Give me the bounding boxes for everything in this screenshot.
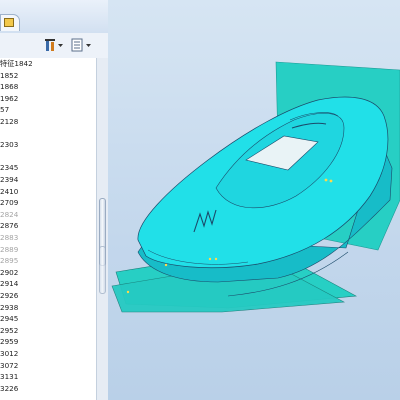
marker-point (324, 178, 328, 182)
tree-item[interactable]: 2876 (0, 220, 96, 231)
tree-item[interactable]: 2938 (0, 302, 96, 313)
tree-item[interactable]: 2883 (0, 232, 96, 243)
tree-item[interactable] (0, 128, 96, 139)
tree-item[interactable]: 2345 (0, 162, 96, 173)
tree-item[interactable]: 2394 (0, 174, 96, 185)
cad-model-view[interactable] (108, 0, 400, 400)
marker-point (214, 257, 218, 261)
tree-item[interactable]: 2410 (0, 186, 96, 197)
tree-item[interactable]: 1868 (0, 81, 96, 92)
tree-item[interactable]: 2889 (0, 244, 96, 255)
tree-settings-button[interactable] (70, 37, 92, 54)
marker-point (329, 179, 333, 183)
tree-item[interactable]: 57 (0, 104, 96, 115)
marker-point (208, 257, 212, 261)
scrollbar-thumb-lower[interactable] (99, 246, 106, 294)
tree-item[interactable]: 1962 (0, 93, 96, 104)
panel-tab-bar (0, 0, 108, 33)
marker-point (126, 290, 130, 294)
tree-item[interactable]: 2824 (0, 209, 96, 220)
filter-icon (45, 39, 63, 51)
tree-item[interactable]: 2945 (0, 313, 96, 324)
tree-item[interactable]: 3012 (0, 348, 96, 359)
tree-item[interactable]: 3226 (0, 383, 96, 394)
model-tree-panel: 特征1842 1852 1868 1962 57 2128 2303 2345 2394 2410… (0, 0, 108, 400)
star-tab-icon (4, 18, 14, 27)
tree-item[interactable]: 2952 (0, 325, 96, 336)
model-tree: 特征1842 1852 1868 1962 57 2128 2303 2345 2394 2410… (0, 58, 96, 400)
model-tree-tab[interactable] (0, 14, 20, 31)
tree-filter-button[interactable] (44, 37, 66, 54)
tree-item[interactable]: 2303 (0, 139, 96, 150)
tree-item[interactable]: 3072 (0, 360, 96, 371)
tree-item[interactable]: 2895 (0, 255, 96, 266)
tree-item[interactable]: 2128 (0, 116, 96, 127)
tree-item[interactable]: 3131 (0, 371, 96, 382)
tree-item[interactable]: 特征1842 (0, 58, 96, 69)
settings-list-icon (71, 38, 91, 52)
tree-item[interactable]: 2902 (0, 267, 96, 278)
tree-item[interactable] (0, 151, 96, 162)
tree-item[interactable]: 1852 (0, 70, 96, 81)
tree-scrollbar[interactable] (96, 58, 108, 400)
tree-item[interactable]: 2959 (0, 336, 96, 347)
tree-item[interactable]: 2709 (0, 197, 96, 208)
tree-item[interactable]: 2914 (0, 278, 96, 289)
tree-item[interactable]: 2926 (0, 290, 96, 301)
tree-toolbar (0, 33, 108, 59)
marker-point (164, 263, 168, 267)
graphics-viewport[interactable] (108, 0, 400, 400)
